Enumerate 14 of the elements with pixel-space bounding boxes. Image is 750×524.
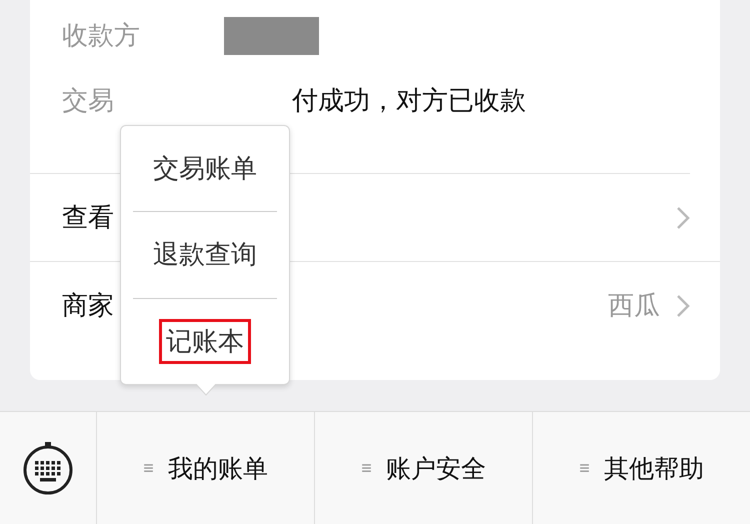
chevron-icon [676, 206, 690, 230]
menu-tab[interactable]: ≡ 其他帮助 [532, 412, 750, 524]
field-label: 收款方 [62, 20, 141, 53]
field-label: 交易 [62, 85, 115, 118]
row-label[interactable]: 查看 [62, 200, 676, 235]
row-value: 西瓜 [608, 290, 660, 323]
keyboard-icon [21, 440, 75, 496]
menu-item[interactable]: 记账本 [159, 318, 251, 364]
menu-tab[interactable]: ≡ 账户安全 [314, 412, 532, 524]
menu-tab[interactable]: ≡ 我的账单 [97, 412, 314, 524]
menu-item[interactable]: 交易账单 [146, 146, 264, 192]
field-value: 付成功，对方已收款 [292, 85, 526, 118]
chevron-icon [676, 294, 690, 318]
menu-item[interactable]: 退款查询 [146, 232, 264, 278]
